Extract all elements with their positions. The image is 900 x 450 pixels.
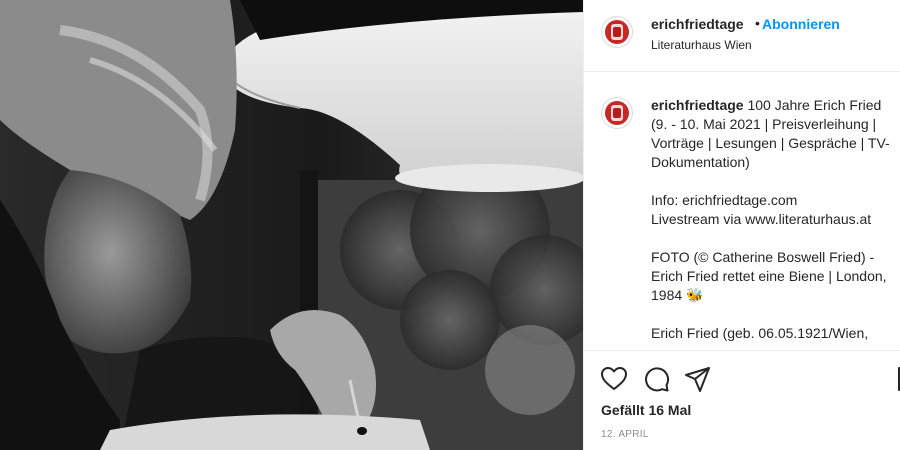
follow-button[interactable]: Abonnieren (762, 16, 840, 32)
heart-icon[interactable] (600, 365, 628, 393)
profile-avatar-icon[interactable] (601, 16, 633, 48)
comment-icon[interactable] (642, 365, 670, 393)
location-link[interactable]: Literaturhaus Wien (651, 38, 752, 52)
photo-illustration (0, 0, 583, 450)
caption-paragraph-2: Info: erichfriedtage.com Livestream via … (651, 191, 899, 229)
post-header: erichfriedtage • Abonnieren Literaturhau… (584, 0, 900, 72)
post-photo[interactable] (0, 0, 583, 450)
caption-scroll-area[interactable]: erichfriedtage 100 Jahre Erich Fried (9.… (584, 73, 900, 349)
header-username[interactable]: erichfriedtage (651, 16, 744, 32)
caption-username[interactable]: erichfriedtage (651, 97, 744, 113)
caption-info: Info: erichfriedtage.com (651, 192, 798, 208)
caption-avatar-icon[interactable] (601, 97, 633, 129)
caption-paragraph-1: erichfriedtage 100 Jahre Erich Fried (9.… (651, 96, 899, 172)
bookmark-icon[interactable] (894, 365, 900, 393)
likes-count[interactable]: Gefällt 16 Mal (601, 402, 691, 418)
header-separator: • (755, 15, 760, 31)
paper-plane-icon[interactable] (684, 365, 712, 393)
caption-bio: Erich Fried (geb. 06.05.1921/Wien, (651, 325, 869, 341)
caption-livestream: Livestream via www.literaturhaus.at (651, 211, 872, 227)
caption-foto: FOTO (© Catherine Boswell Fried) - Erich… (651, 249, 887, 303)
post-actions: Gefällt 16 Mal 12. APRIL (584, 350, 900, 450)
post-date: 12. APRIL (601, 429, 649, 440)
caption-text: erichfriedtage 100 Jahre Erich Fried (9.… (651, 96, 899, 349)
post-side-panel: erichfriedtage • Abonnieren Literaturhau… (583, 0, 900, 450)
